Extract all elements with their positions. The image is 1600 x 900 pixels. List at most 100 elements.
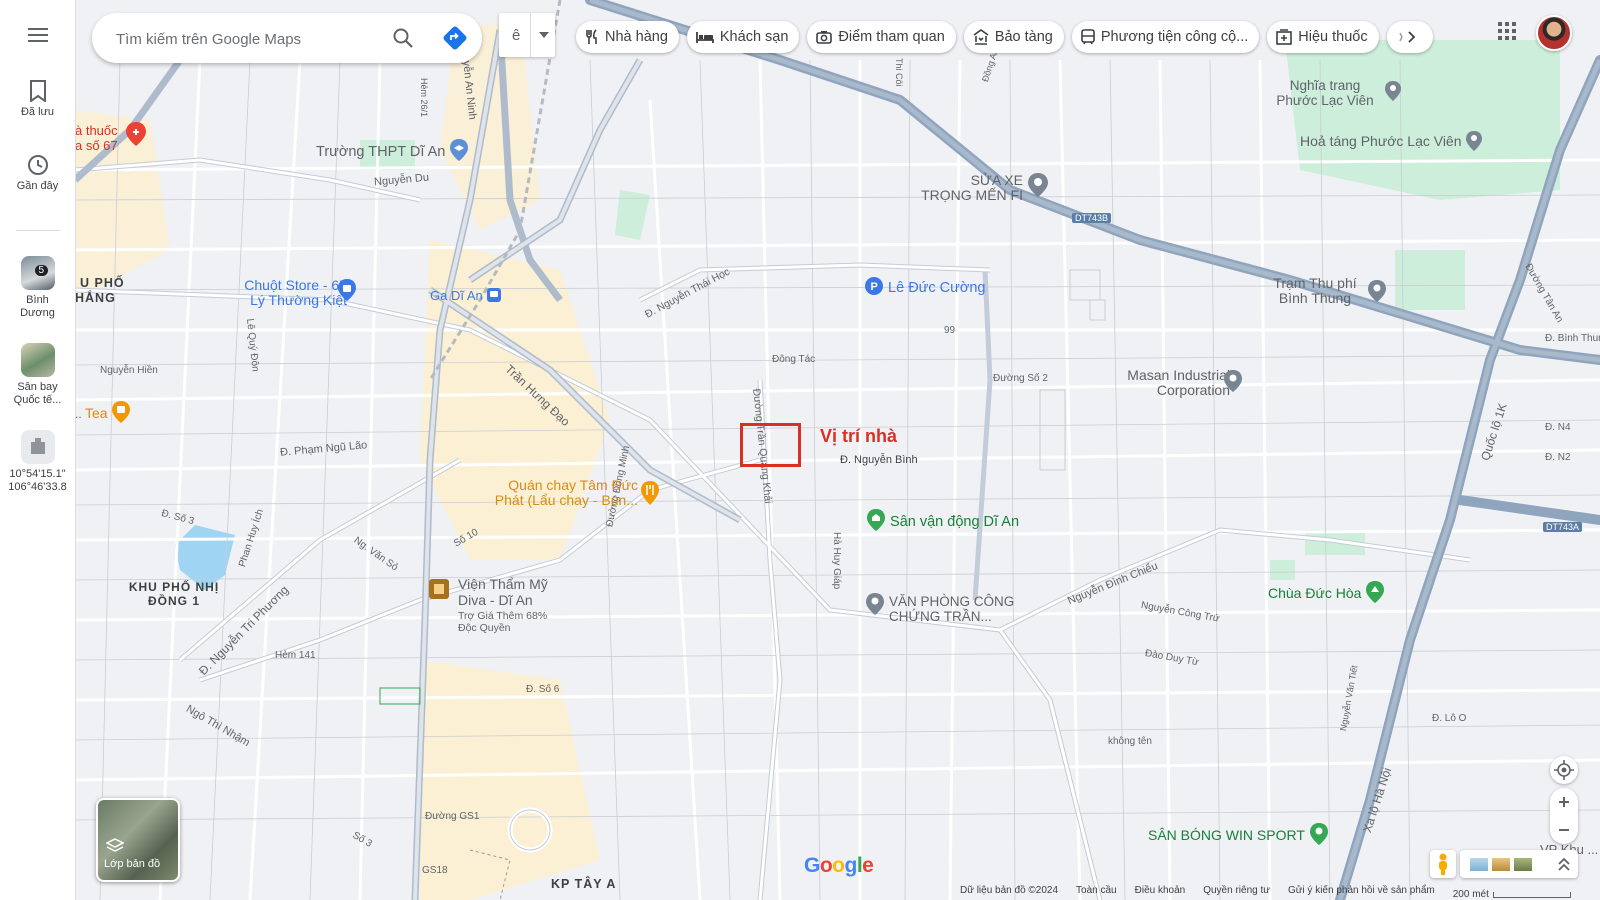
zoom-in-button[interactable]	[1550, 788, 1578, 816]
saved-label: Đã lưu	[20, 106, 55, 118]
left-rail: Đã lưu Gần đây 5 Bình Dương Sân bay Quốc…	[0, 0, 76, 900]
place-thumbnail	[20, 343, 55, 377]
zoom-out-button[interactable]	[1550, 816, 1578, 844]
plus-icon	[1559, 797, 1569, 807]
beauty-marker-icon	[429, 579, 449, 599]
building-icon	[30, 438, 45, 454]
cemetery-pin-icon	[1385, 81, 1401, 101]
poi-chuot-store[interactable]: Chuột Store - 67 Lý Thường Kiệt	[242, 278, 347, 308]
temple-pin-icon	[1366, 581, 1385, 603]
search-icon[interactable]	[392, 27, 414, 49]
chevron-up-icon	[1558, 857, 1570, 871]
imagery-thumbnail	[1470, 858, 1488, 871]
parking-icon: P	[865, 277, 883, 295]
category-chips: Nhà hàng Khách sạn Điểm tham quan Bảo tà…	[576, 21, 1433, 55]
zoom-controls	[1550, 788, 1578, 844]
poi-chua-duc-hoa[interactable]: Chùa Đức Hòa	[1268, 580, 1385, 604]
rail-divider	[16, 230, 60, 231]
chevron-down-icon	[539, 32, 550, 38]
search-box	[92, 13, 482, 65]
layers-label: Lớp bản đồ	[104, 858, 161, 870]
search-input[interactable]	[114, 13, 378, 65]
directions-icon[interactable]	[442, 25, 468, 51]
recent-place-binh-duong[interactable]: 5 Bình Dương	[0, 256, 75, 320]
poi-masan[interactable]: Masan Industrial Corporation	[1100, 368, 1230, 398]
imagery-thumbnail	[1492, 858, 1510, 871]
museum-icon	[973, 29, 989, 45]
recent-label: Gần đây	[16, 180, 59, 192]
map-data-credit: Dữ liệu bản đồ ©2024	[960, 885, 1059, 896]
scale-label: 200 mét	[1452, 889, 1489, 900]
privacy-link[interactable]: Quyền riêng tư	[1203, 885, 1270, 900]
layers-button[interactable]: Lớp bản đồ	[96, 798, 180, 882]
camera-icon	[816, 31, 833, 44]
poi-quan-chay[interactable]: Quán chay Tâm Đức Phát (Lẩu chay - Bún..…	[486, 478, 638, 508]
count-badge: 5	[34, 265, 49, 276]
office-pin-icon	[866, 593, 884, 615]
scale-bar[interactable]: 200 mét	[1453, 885, 1571, 900]
poi-nha-thuoc[interactable]: à thuốc a số 67	[75, 123, 123, 153]
map-canvas[interactable]: Nguyễn An Ninh Trần Hưng Đạo Đường Trần …	[0, 0, 1600, 900]
pegman-icon	[1439, 853, 1447, 875]
scale-line	[1492, 892, 1571, 898]
company-pin-icon	[1224, 370, 1242, 392]
poi-tea[interactable]: .. Tea	[75, 400, 131, 424]
layers-icon	[106, 838, 124, 852]
chip-attractions[interactable]: Điểm tham quan	[807, 21, 956, 53]
global-link[interactable]: Toàn cầu	[1076, 885, 1117, 900]
menu-button[interactable]	[0, 27, 75, 47]
recent-button[interactable]: Gần đây	[0, 154, 75, 192]
terms-link[interactable]: Điều khoản	[1135, 885, 1186, 900]
chips-scroll-button[interactable]	[1386, 21, 1433, 53]
imagery-strip[interactable]	[1460, 850, 1578, 878]
pharmacy-icon	[1276, 29, 1293, 45]
place-thumbnail	[20, 430, 55, 464]
saved-button[interactable]: Đã lưu	[0, 80, 75, 118]
crematorium-pin-icon	[1466, 131, 1483, 151]
train-icon	[487, 288, 502, 302]
poi-ga-di-an[interactable]: Ga Dĩ An	[430, 287, 502, 303]
poi-san-bong[interactable]: SÂN BÓNG WIN SPORT	[1148, 822, 1329, 846]
history-icon	[27, 155, 48, 175]
pegman-button[interactable]	[1430, 850, 1456, 878]
transit-icon	[1081, 29, 1095, 45]
poi-san-van-dong[interactable]: Sân vận động Dĩ An	[866, 508, 1019, 532]
shopping-pin-icon	[338, 279, 356, 301]
pharmacy-pin-icon	[126, 122, 146, 146]
chip-transit[interactable]: Phương tiện công cộ...	[1071, 21, 1260, 53]
apps-grid-icon[interactable]	[1497, 21, 1517, 41]
my-location-button[interactable]	[1550, 756, 1578, 784]
toll-pin-icon	[1368, 280, 1386, 302]
house-location-box	[740, 423, 801, 467]
map-footer: Dữ liệu bản đồ ©2024 Toàn cầu Điều khoản…	[960, 885, 1571, 900]
account-avatar[interactable]	[1536, 15, 1572, 51]
chevron-right-icon	[1398, 31, 1415, 43]
poi-hoa-tang[interactable]: Hoả táng Phước Lạc Viên	[1300, 130, 1483, 152]
my-location-icon	[1554, 760, 1574, 780]
sports-pin-icon	[1309, 823, 1328, 845]
menu-icon	[27, 28, 48, 42]
input-tools-divider	[530, 13, 532, 57]
service-pin-icon	[1028, 173, 1048, 197]
poi-nghia-trang[interactable]: Nghĩa trang Phước Lạc Viên	[1270, 78, 1380, 108]
feedback-link[interactable]: Gửi ý kiến phản hồi về sản phẩm	[1288, 885, 1435, 900]
bookmark-icon	[29, 80, 46, 102]
chip-restaurants[interactable]: Nhà hàng	[576, 21, 679, 53]
chip-hotels[interactable]: Khách sạn	[686, 21, 800, 53]
recent-place-coordinates[interactable]: 10°54'15.1" 106°46'33.8	[0, 430, 75, 494]
place-thumbnail: 5	[20, 256, 55, 290]
svg-text:P: P	[871, 281, 878, 293]
stadium-pin-icon	[867, 509, 885, 531]
poi-tram-thu-phi[interactable]: Trạm Thu phí Bình Thung	[1265, 276, 1365, 306]
chip-museums[interactable]: Bảo tàng	[963, 21, 1064, 53]
poi-school[interactable]: Trường THPT Dĩ An	[316, 138, 469, 162]
chip-pharmacies[interactable]: Hiệu thuốc	[1267, 21, 1379, 53]
input-tools-label: ê	[512, 26, 521, 44]
restaurant-icon	[586, 29, 597, 44]
poi-sua-xe[interactable]: SỬA XE TRỌNG MẾN FI	[918, 173, 1023, 203]
poi-le-duc-cuong[interactable]: P Lê Đức Cường	[864, 276, 985, 296]
recent-place-airport[interactable]: Sân bay Quốc tế...	[0, 343, 75, 407]
restaurant-pin-icon	[641, 481, 659, 505]
input-tools-button[interactable]: ê	[499, 13, 555, 57]
hotel-icon	[695, 32, 714, 43]
